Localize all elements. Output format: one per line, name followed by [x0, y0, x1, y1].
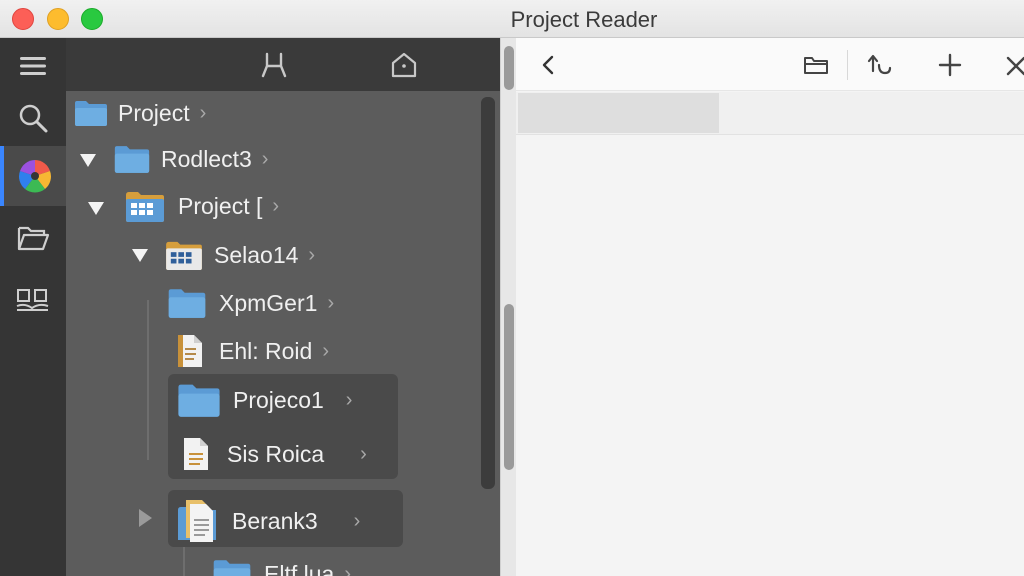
main-pane	[516, 38, 1024, 576]
tree-item-label: Project [	[178, 192, 263, 219]
sidebar-toolbar	[66, 38, 500, 91]
add-icon	[938, 53, 962, 77]
tree-item[interactable]: Ehl: Roid ›	[174, 329, 329, 373]
tree-item[interactable]: Project ›	[74, 91, 206, 135]
chevron-right-icon: ›	[322, 339, 329, 362]
folder-icon	[114, 146, 150, 173]
chevron-right-icon: ›	[360, 442, 367, 465]
tree-item-label: Berank3	[232, 507, 318, 534]
chevron-right-icon: ›	[272, 194, 280, 217]
chevron-right-icon: ›	[308, 243, 316, 266]
window-title: Project Reader	[510, 7, 658, 32]
undo-button[interactable]	[862, 48, 896, 82]
tree-scrollbar[interactable]	[481, 97, 495, 489]
tree-item-label: Project	[118, 99, 190, 126]
content-area	[516, 136, 1024, 576]
close-icon	[1006, 56, 1024, 76]
folder-icon	[168, 289, 206, 318]
title-bar: Project Reader	[0, 0, 1024, 38]
folder-outline-icon	[804, 57, 828, 74]
chevron-right-icon: ›	[199, 101, 207, 124]
search-icon	[19, 104, 48, 133]
icon-rail	[0, 38, 66, 576]
back-icon	[542, 55, 554, 75]
path-field[interactable]	[518, 93, 719, 133]
tree-item[interactable]: Project [ ›	[124, 184, 279, 228]
menu-icon	[20, 57, 46, 75]
disclosure-triangle-collapsed[interactable]	[139, 509, 152, 527]
home-button[interactable]	[387, 48, 421, 82]
tree-item[interactable]: Selao14 ›	[164, 233, 315, 277]
tree-item-label: Projeco1	[233, 386, 324, 413]
tree-item-label: XpmGer1	[219, 289, 318, 316]
back-button[interactable]	[532, 48, 566, 82]
tree-item[interactable]: Projeco1 ›	[176, 378, 352, 422]
tree-guide-line	[147, 300, 149, 460]
disclosure-triangle-expanded[interactable]	[132, 249, 148, 262]
project-sidebar: Project › Rodlect3 › Project [ › Selao14…	[66, 38, 500, 576]
tree-item[interactable]: Sis Roica ›	[180, 432, 367, 476]
color-wheel-icon	[19, 160, 51, 193]
tree-item[interactable]: XpmGer1 ›	[167, 281, 334, 325]
folder-icon	[75, 101, 107, 126]
folder-open-icon	[17, 226, 50, 251]
grid-folder-icon	[166, 241, 202, 271]
tree-item-label: Eltf lua	[264, 560, 335, 576]
rail-item-menu[interactable]	[0, 38, 66, 94]
library-icon	[16, 289, 49, 311]
scrollbar-thumb[interactable]	[504, 304, 514, 470]
tree-item-label: Ehl: Roid	[219, 337, 313, 364]
disclosure-triangle-expanded[interactable]	[80, 154, 96, 167]
rail-item-folder[interactable]	[0, 210, 66, 266]
chevron-right-icon: ›	[345, 388, 353, 411]
home-icon	[391, 52, 417, 78]
rail-item-library[interactable]	[0, 272, 66, 328]
document-icon	[184, 438, 208, 470]
grid-folder-icon	[126, 192, 164, 222]
path-bar	[516, 92, 1024, 135]
close-button[interactable]	[1000, 48, 1024, 82]
rail-item-search[interactable]	[0, 90, 66, 146]
tree-item-label: Selao14	[214, 241, 299, 268]
chevron-right-icon: ›	[261, 147, 269, 170]
tree-item[interactable]: Rodlect3 ›	[113, 137, 268, 181]
tree-item[interactable]: Eltf lua ›	[212, 552, 351, 576]
main-toolbar	[516, 38, 1024, 91]
tree-item-label: Rodlect3	[161, 145, 252, 172]
pane-splitter[interactable]	[500, 38, 516, 576]
tree-item[interactable]: Berank3 ›	[176, 499, 360, 543]
folder-icon	[213, 560, 251, 576]
chevron-right-icon: ›	[327, 291, 335, 314]
folder-icon	[178, 384, 220, 417]
chevron-right-icon: ›	[344, 562, 351, 576]
document-icon	[178, 335, 202, 367]
new-folder-button[interactable]	[799, 48, 833, 82]
tree-item-label: Sis Roica	[227, 440, 325, 467]
splitter-thumb[interactable]	[504, 46, 514, 90]
toolbar-separator	[847, 50, 848, 80]
split-view-button[interactable]	[257, 48, 291, 82]
file-stack-icon	[178, 500, 216, 542]
rail-item-color[interactable]	[0, 146, 66, 206]
add-button[interactable]	[933, 48, 967, 82]
split-icon	[261, 52, 287, 78]
chevron-right-icon: ›	[353, 509, 361, 532]
undo-icon	[867, 54, 892, 75]
disclosure-triangle-expanded[interactable]	[88, 202, 104, 215]
